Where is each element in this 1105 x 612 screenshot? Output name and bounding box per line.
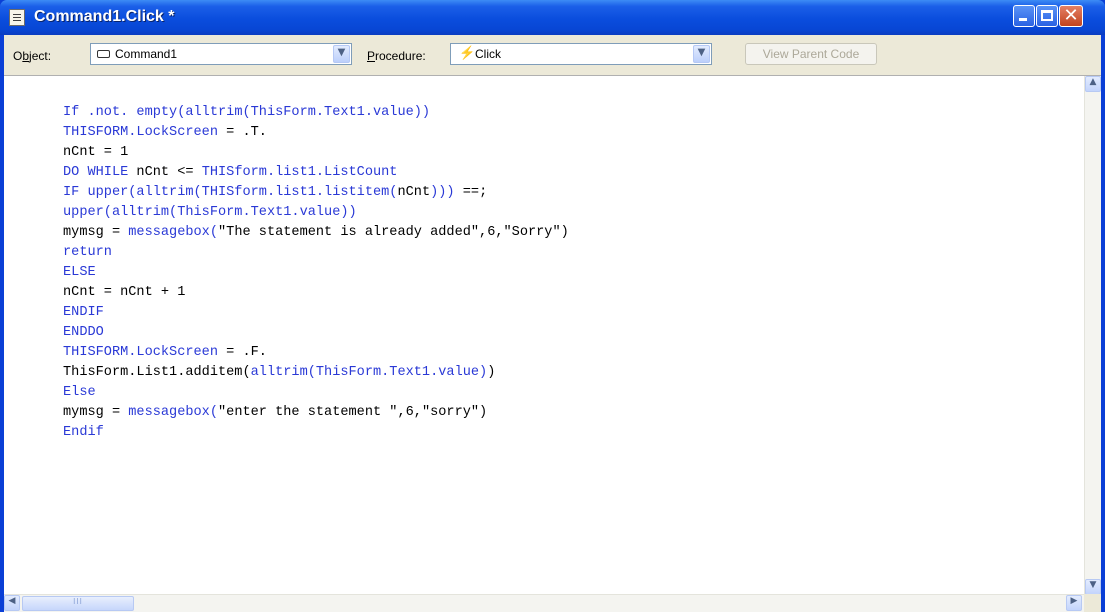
- code-token: alltrim(ThisForm.Text1.value): [250, 365, 488, 380]
- procedure-dropdown-arrow[interactable]: ▼: [693, 45, 710, 63]
- code-token: THISFORM.LockScreen: [63, 125, 218, 140]
- chevron-down-icon: ▼: [337, 47, 346, 58]
- code-token: DO WHILE: [63, 165, 129, 180]
- code-token: Else: [63, 385, 96, 400]
- procedure-toolbar: Object: Command1 ▼ Procedure: ⚡ Click ▼ …: [4, 35, 1101, 75]
- event-lightning-icon: ⚡: [459, 45, 476, 60]
- code-line[interactable]: mymsg = messagebox("The statement is alr…: [63, 223, 569, 243]
- resize-grip[interactable]: [1084, 594, 1101, 612]
- chevron-down-icon: ▼: [697, 47, 706, 58]
- code-token: Endif: [63, 425, 104, 440]
- code-token: ): [487, 365, 496, 380]
- code-token: mymsg =: [63, 405, 129, 420]
- scroll-right-button[interactable]: ▶: [1066, 595, 1082, 611]
- code-line[interactable]: IF upper(alltrim(THISform.list1.listitem…: [63, 183, 569, 203]
- window-title: Command1.Click *: [34, 8, 175, 25]
- horizontal-scrollbar[interactable]: ◀ III ▶: [4, 594, 1084, 612]
- code-line[interactable]: ThisForm.List1.additem(alltrim(ThisForm.…: [63, 363, 569, 383]
- code-token: If .not.: [63, 105, 137, 120]
- code-token: messagebox(: [128, 405, 218, 420]
- code-line[interactable]: DO WHILE nCnt <= THISform.list1.ListCoun…: [63, 163, 569, 183]
- code-token: "enter the statement ",6,"sorry"): [218, 405, 488, 420]
- code-token: = .F.: [218, 345, 267, 360]
- command-button-icon: [97, 50, 110, 58]
- horizontal-scroll-thumb[interactable]: III: [22, 596, 134, 611]
- procedure-dropdown[interactable]: ⚡ Click ▼: [450, 43, 712, 65]
- scroll-left-button[interactable]: ◀: [4, 595, 20, 611]
- view-parent-code-button[interactable]: View Parent Code: [745, 43, 877, 65]
- minimize-icon: [1019, 18, 1027, 21]
- code-token: THISFORM.LockScreen: [63, 345, 218, 360]
- code-line[interactable]: If .not. empty(alltrim(ThisForm.Text1.va…: [63, 103, 569, 123]
- close-button[interactable]: ✕: [1059, 5, 1083, 27]
- code-line[interactable]: nCnt = 1: [63, 143, 569, 163]
- code-token: IF upper(alltrim(THISform.list1.listitem…: [63, 185, 398, 200]
- code-token: ))): [430, 185, 455, 200]
- code-token: nCnt = nCnt + 1: [63, 285, 186, 300]
- scroll-down-button[interactable]: ▼: [1085, 579, 1101, 595]
- code-line[interactable]: ENDDO: [63, 323, 569, 343]
- code-token: ENDDO: [63, 325, 104, 340]
- code-line[interactable]: upper(alltrim(ThisForm.Text1.value)): [63, 203, 569, 223]
- code-token: ThisForm.List1.additem(: [63, 365, 251, 380]
- code-token: ELSE: [63, 265, 96, 280]
- code-token: nCnt <=: [128, 165, 202, 180]
- code-line[interactable]: THISFORM.LockScreen = .F.: [63, 343, 569, 363]
- code-line[interactable]: return: [63, 243, 569, 263]
- code-token: upper(alltrim(ThisForm.Text1.value)): [63, 205, 357, 220]
- chevron-right-icon: ▶: [1070, 596, 1078, 606]
- object-dropdown-value: Command1: [115, 47, 178, 61]
- maximize-icon: [1041, 10, 1053, 21]
- code-line[interactable]: nCnt = nCnt + 1: [63, 283, 569, 303]
- code-token: messagebox(: [128, 225, 218, 240]
- scroll-up-button[interactable]: ▲: [1085, 76, 1101, 92]
- code-token: return: [63, 245, 112, 260]
- chevron-up-icon: ▲: [1089, 77, 1097, 87]
- close-icon: ✕: [1063, 5, 1079, 26]
- code-editor[interactable]: If .not. empty(alltrim(ThisForm.Text1.va…: [4, 75, 1101, 595]
- code-token: nCnt = 1: [63, 145, 129, 160]
- object-dropdown-arrow[interactable]: ▼: [333, 45, 350, 63]
- code-token: mymsg =: [63, 225, 129, 240]
- minimize-button[interactable]: [1013, 5, 1035, 27]
- code-token: ENDIF: [63, 305, 104, 320]
- app-icon: [9, 9, 25, 26]
- code-token: ==;: [454, 185, 488, 200]
- procedure-label: Procedure:: [367, 49, 426, 63]
- procedure-dropdown-value: Click: [475, 47, 501, 61]
- code-text[interactable]: If .not. empty(alltrim(ThisForm.Text1.va…: [63, 103, 569, 443]
- code-line[interactable]: mymsg = messagebox("enter the statement …: [63, 403, 569, 423]
- code-token: THISform.list1.ListCount: [201, 165, 398, 180]
- code-line[interactable]: THISFORM.LockScreen = .T.: [63, 123, 569, 143]
- object-label: Object:: [13, 49, 52, 63]
- code-token: empty(alltrim(ThisForm.Text1.value)): [136, 105, 431, 120]
- chevron-left-icon: ◀: [8, 596, 16, 606]
- scroll-grip-icon: III: [73, 597, 83, 606]
- code-line[interactable]: ENDIF: [63, 303, 569, 323]
- vertical-scrollbar[interactable]: ▲ ▼: [1084, 76, 1101, 595]
- code-token: = .T.: [218, 125, 267, 140]
- chevron-down-icon: ▼: [1089, 580, 1097, 590]
- code-editor-window: Command1.Click * ✕ Object: Command1 ▼ Pr…: [0, 0, 1105, 612]
- code-token: "The statement is already added",6,"Sorr…: [218, 225, 569, 240]
- maximize-button[interactable]: [1036, 5, 1058, 27]
- object-dropdown[interactable]: Command1 ▼: [90, 43, 352, 65]
- code-line[interactable]: ELSE: [63, 263, 569, 283]
- code-line[interactable]: Else: [63, 383, 569, 403]
- code-line[interactable]: Endif: [63, 423, 569, 443]
- code-token: nCnt: [397, 185, 431, 200]
- title-bar[interactable]: Command1.Click * ✕: [0, 0, 1105, 35]
